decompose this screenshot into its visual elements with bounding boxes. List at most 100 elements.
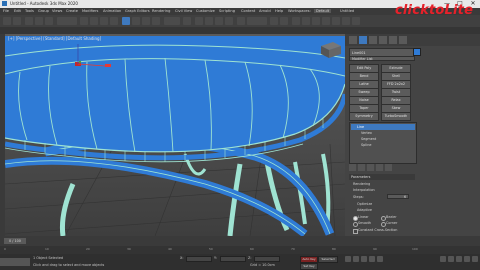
rotate-icon[interactable] — [132, 17, 140, 25]
percent-snap-icon[interactable] — [215, 17, 223, 25]
named-selection-dropdown[interactable] — [247, 17, 267, 25]
menu-animation[interactable]: Animation — [103, 9, 121, 13]
radio-label-bezier: Bezier — [386, 215, 397, 219]
render-setup-icon[interactable] — [332, 17, 340, 25]
workspace-select[interactable]: Default — [314, 9, 332, 13]
move-icon[interactable] — [122, 17, 130, 25]
make-unique-icon[interactable] — [367, 164, 374, 171]
perspective-viewport[interactable]: [+] [Perspective] [Standard] [Default Sh… — [5, 34, 345, 236]
tick-label: 60 — [250, 247, 254, 251]
auto-key-button[interactable]: Auto Key — [300, 256, 318, 263]
align-icon[interactable] — [280, 17, 288, 25]
motion-tab-icon[interactable] — [379, 36, 387, 44]
scene-canvas[interactable] — [5, 34, 345, 236]
object-color-swatch[interactable] — [413, 48, 421, 56]
grid-size: Grid = 10.0cm — [250, 263, 275, 267]
zoom-all-icon[interactable] — [448, 256, 454, 262]
layer-explorer-icon[interactable] — [292, 17, 300, 25]
spinner-snap-icon[interactable] — [225, 17, 233, 25]
y-coord-field[interactable] — [220, 256, 246, 262]
stack-item-spline[interactable]: Spline — [351, 142, 415, 148]
modifier-button-13[interactable]: Symmetry — [349, 112, 379, 121]
edit-named-selection-icon[interactable] — [237, 17, 245, 25]
material-editor-icon[interactable] — [322, 17, 330, 25]
schematic-view-icon[interactable] — [312, 17, 320, 25]
status-bar: 1 Object Selected Click and drag to sele… — [0, 254, 480, 270]
next-frame-icon[interactable] — [369, 256, 375, 262]
unlink-icon[interactable] — [35, 17, 43, 25]
mirror-icon[interactable] — [270, 17, 278, 25]
menu-graph-editors[interactable]: Graph Editors — [125, 9, 150, 13]
display-tab-icon[interactable] — [389, 36, 397, 44]
set-key-button[interactable]: Set Key — [300, 263, 318, 270]
tick-label: 50 — [209, 247, 213, 251]
redo-icon[interactable] — [13, 17, 21, 25]
show-end-result-icon[interactable] — [358, 164, 365, 171]
placement-icon[interactable] — [152, 17, 160, 25]
time-slider[interactable]: 0 / 100 — [0, 236, 480, 246]
radio-label-linear: Linear — [358, 215, 369, 219]
pan-icon[interactable] — [456, 256, 462, 262]
menu-modifiers[interactable]: Modifiers — [82, 9, 98, 13]
time-slider-handle[interactable]: 0 / 100 — [4, 238, 26, 244]
snaps-toggle-icon[interactable] — [195, 17, 203, 25]
ribbon-strip — [0, 27, 480, 34]
scale-icon[interactable] — [142, 17, 150, 25]
bind-space-warp-icon[interactable] — [45, 17, 53, 25]
menu-group[interactable]: Group — [38, 9, 49, 13]
zoom-icon[interactable] — [440, 256, 446, 262]
maximize-viewport-icon[interactable] — [472, 256, 478, 262]
remove-modifier-icon[interactable] — [376, 164, 383, 171]
selection-filter-dropdown[interactable] — [57, 17, 77, 25]
tick-label: 100 — [412, 247, 418, 251]
menu-tools[interactable]: Tools — [25, 9, 34, 13]
modify-tab-icon[interactable] — [359, 36, 367, 44]
tick-label: 20 — [86, 247, 90, 251]
go-to-start-icon[interactable] — [345, 256, 351, 262]
menu-create[interactable]: Create — [66, 9, 78, 13]
render-icon[interactable] — [352, 17, 360, 25]
z-coord-field[interactable] — [254, 256, 280, 262]
channel-watermark: clicktoLite — [395, 3, 474, 18]
curve-editor-icon[interactable] — [302, 17, 310, 25]
menu-edit[interactable]: Edit — [14, 9, 21, 13]
tick-label: 10 — [45, 247, 49, 251]
menu-rendering[interactable]: Rendering — [152, 9, 170, 13]
viewport-label[interactable]: [+] [Perspective] [Standard] [Default Sh… — [8, 36, 101, 41]
orbit-icon[interactable] — [464, 256, 470, 262]
menu-arnold[interactable]: Arnold — [259, 9, 271, 13]
window-crossing-icon[interactable] — [110, 17, 118, 25]
x-coord-field[interactable] — [186, 256, 212, 262]
previous-frame-icon[interactable] — [353, 256, 359, 262]
pivot-center-icon[interactable] — [183, 17, 191, 25]
undo-icon[interactable] — [3, 17, 11, 25]
maxscript-listener[interactable] — [0, 258, 30, 266]
menu-file[interactable]: File — [3, 9, 9, 13]
angle-snap-icon[interactable] — [205, 17, 213, 25]
modifier-list-dropdown[interactable]: Modifier List — [349, 56, 415, 61]
pin-stack-icon[interactable] — [349, 164, 356, 171]
modifier-button-14[interactable]: TurboSmooth — [381, 112, 411, 121]
go-to-end-icon[interactable] — [377, 256, 383, 262]
utilities-tab-icon[interactable] — [399, 36, 407, 44]
steps-spinner[interactable]: 6 — [387, 194, 409, 199]
menu-customize[interactable]: Customize — [196, 9, 215, 13]
track-bar[interactable]: 0 10 20 30 40 50 60 70 80 90 100 — [0, 246, 480, 254]
select-by-name-icon[interactable] — [90, 17, 98, 25]
menu-views[interactable]: Views — [52, 9, 62, 13]
render-frame-icon[interactable] — [342, 17, 350, 25]
key-filter-dropdown[interactable]: Selected — [318, 256, 338, 263]
reference-coordinate-dropdown[interactable] — [164, 17, 180, 25]
configure-sets-icon[interactable] — [385, 164, 392, 171]
play-icon[interactable] — [361, 256, 367, 262]
create-tab-icon[interactable] — [349, 36, 357, 44]
rectangle-selection-icon[interactable] — [100, 17, 108, 25]
menu-help[interactable]: Help — [275, 9, 283, 13]
menu-scripting[interactable]: Scripting — [219, 9, 235, 13]
menu-content[interactable]: Content — [241, 9, 255, 13]
hierarchy-tab-icon[interactable] — [369, 36, 377, 44]
link-icon[interactable] — [25, 17, 33, 25]
menu-civil-view[interactable]: Civil View — [175, 9, 192, 13]
select-object-icon[interactable] — [80, 17, 88, 25]
rollout-title[interactable]: Parameters — [349, 174, 415, 180]
